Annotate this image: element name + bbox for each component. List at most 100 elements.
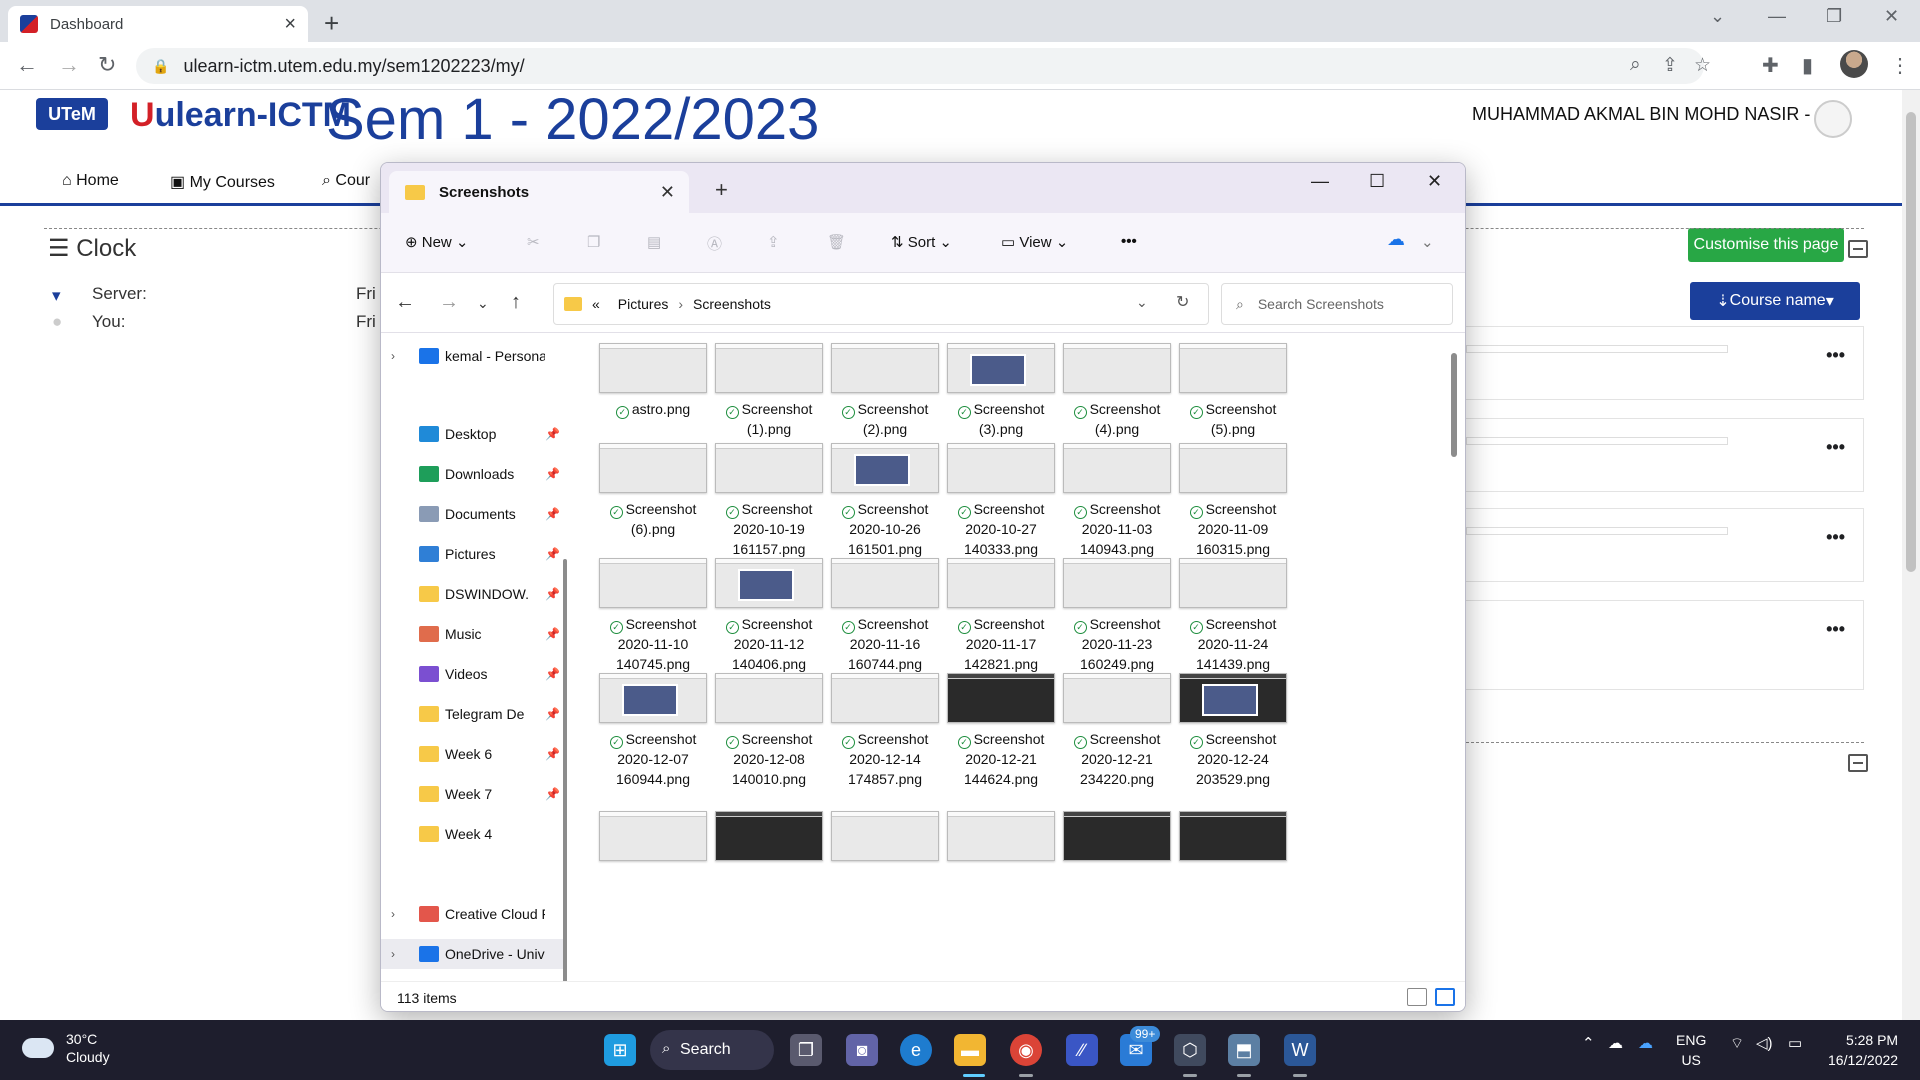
file-explorer-taskbar-icon[interactable]: ▬ [954,1034,986,1066]
share-icon[interactable]: ⇪ [1662,54,1678,77]
app-icon[interactable]: ∕∕ [1066,1034,1098,1066]
explorer-address-bar[interactable]: « Pictures › Screenshots ⌄ ↻ [553,283,1209,325]
clock-area[interactable]: 5:28 PM 16/12/2022 [1828,1030,1898,1070]
refresh-icon[interactable]: ↻ [1176,292,1189,312]
recent-locations-icon[interactable]: ⌄ [477,295,489,312]
copy-icon[interactable]: ❐ [587,233,600,251]
nav-item[interactable]: Week 7 📌 [381,779,567,809]
nav-scroll-thumb[interactable] [563,559,567,983]
maximize-icon[interactable]: ☐ [1369,171,1385,192]
nav-item[interactable]: › Creative Cloud F [381,899,567,929]
wifi-icon[interactable]: ⌔ [1730,1034,1744,1053]
file-item[interactable]: ✓ Screenshot 2020-12-07 160944.png [595,673,711,789]
delete-icon[interactable]: 🗑 [827,233,846,251]
breadcrumb-overflow[interactable]: « [592,296,600,312]
extensions-icon[interactable]: ✚ [1762,53,1779,78]
zoom-icon[interactable]: ⌕ [1630,54,1641,76]
weather-widget[interactable]: 30°C Cloudy [22,1030,110,1066]
nav-item[interactable]: Week 6 📌 [381,739,567,769]
taskbar-search-button[interactable]: ⌕ Search [650,1030,774,1070]
file-item[interactable] [711,811,827,861]
nav-item[interactable]: Pictures 📌 [381,539,567,569]
file-item[interactable]: ✓ Screenshot 2020-11-10 140745.png [595,558,711,674]
details-view-icon[interactable] [1407,988,1427,1006]
menu-my-courses[interactable]: ▣ My Courses [170,172,275,192]
onedrive-business-tray-icon[interactable]: ☁ [1638,1034,1653,1052]
nav-item[interactable]: Week 4 [381,819,567,849]
minimize-icon[interactable]: — [1311,171,1329,192]
close-tab-icon[interactable]: × [284,13,296,36]
file-item[interactable]: ✓ astro.png [595,343,711,419]
explorer-search-input[interactable]: ⌕ Search Screenshots [1221,283,1453,325]
profile-avatar[interactable] [1840,50,1868,78]
course-more-icon[interactable]: ••• [1826,619,1845,640]
utem-logo[interactable]: UTeM [36,98,108,130]
side-panel-icon[interactable]: ▮ [1802,53,1813,78]
forward-icon[interactable]: → [439,291,459,314]
course-item[interactable]: ••• [1466,508,1864,582]
start-icon[interactable]: ⊞ [604,1034,636,1066]
course-item[interactable]: ••• [1466,418,1864,492]
up-icon[interactable]: ↑ [511,291,521,314]
expand-chevron-icon[interactable]: › [391,907,411,921]
ulearn-logo[interactable]: Uulearn-ICTM [130,96,351,135]
paste-icon[interactable]: ▤ [647,233,661,251]
bookmark-star-icon[interactable]: ☆ [1694,54,1711,77]
file-item[interactable]: ✓ Screenshot 2020-11-16 160744.png [827,558,943,674]
file-item[interactable]: ✓ Screenshot 2020-12-24 203529.png [1175,673,1291,789]
nav-item[interactable]: Music 📌 [381,619,567,649]
nav-item[interactable]: Videos 📌 [381,659,567,689]
file-item[interactable] [595,811,711,861]
input-language[interactable]: ENG US [1676,1030,1706,1070]
file-item[interactable]: ✓ Screenshot (2).png [827,343,943,439]
file-item[interactable]: ✓ Screenshot (3).png [943,343,1059,439]
file-item[interactable]: ✓ Screenshot (6).png [595,443,711,539]
forward-icon[interactable]: → [58,52,80,78]
file-item[interactable]: ✓ Screenshot (5).png [1175,343,1291,439]
app-icon[interactable]: ⬒ [1228,1034,1260,1066]
teams-chat-icon[interactable]: ◙ [846,1034,878,1066]
file-item[interactable]: ✓ Screenshot 2020-12-21 234220.png [1059,673,1175,789]
menu-home[interactable]: ⌂ Home [62,172,119,190]
page-scrollbar[interactable] [1902,90,1920,1020]
browser-tab-dashboard[interactable]: Dashboard × [8,6,308,42]
file-item[interactable]: ✓ Screenshot 2020-10-26 161501.png [827,443,943,559]
expand-chevron-icon[interactable]: › [391,349,411,363]
expand-chevron-icon[interactable]: › [391,947,411,961]
collapse-block-icon[interactable] [1848,240,1868,258]
chrome-icon[interactable]: ◉ [1010,1034,1042,1066]
file-item[interactable]: ✓ Screenshot 2020-10-27 140333.png [943,443,1059,559]
word-icon[interactable]: W [1284,1034,1316,1066]
nav-item[interactable]: DSWINDOW. 📌 [381,579,567,609]
onedrive-status-icon[interactable]: ☁ [1387,229,1405,250]
user-avatar[interactable] [1814,100,1852,138]
thumbnails-view-icon[interactable] [1435,988,1455,1006]
sort-button[interactable]: ⇅ Sort ⌄ [891,233,952,251]
edge-icon[interactable]: e [900,1034,932,1066]
file-item[interactable]: ✓ Screenshot 2020-11-09 160315.png [1175,443,1291,559]
chrome-menu-icon[interactable]: ⋮ [1890,53,1910,78]
breadcrumb-screenshots[interactable]: Screenshots [693,296,771,312]
nav-item[interactable]: Telegram De 📌 [381,699,567,729]
address-bar[interactable]: 🔒 ulearn-ictm.utem.edu.my/sem1202223/my/… [136,48,1711,84]
new-button[interactable]: ⊕ New ⌄ [405,233,469,251]
onedrive-dropdown-icon[interactable]: ⌄ [1421,233,1434,251]
course-more-icon[interactable]: ••• [1826,345,1845,366]
page-scroll-thumb[interactable] [1906,112,1916,572]
nav-item[interactable]: Documents 📌 [381,499,567,529]
user-name[interactable]: MUHAMMAD AKMAL BIN MOHD NASIR - [1472,104,1810,125]
file-item[interactable]: ✓ Screenshot 2020-10-19 161157.png [711,443,827,559]
close-window-icon[interactable]: ✕ [1427,171,1442,192]
file-item[interactable] [943,811,1059,861]
address-dropdown-icon[interactable]: ⌄ [1136,294,1148,311]
back-icon[interactable]: ← [16,52,38,78]
file-item[interactable]: ✓ Screenshot (4).png [1059,343,1175,439]
course-item[interactable]: ••• [1466,326,1864,400]
volume-icon[interactable]: ◁) [1756,1034,1773,1052]
course-more-icon[interactable]: ••• [1826,437,1845,458]
share-icon[interactable]: ⇪ [767,233,780,251]
tab-search-icon[interactable]: ⌄ [1710,6,1725,27]
virtualbox-icon[interactable]: ⬡ [1174,1034,1206,1066]
battery-icon[interactable]: ▭ [1788,1034,1802,1052]
course-item[interactable]: ••• [1466,600,1864,690]
